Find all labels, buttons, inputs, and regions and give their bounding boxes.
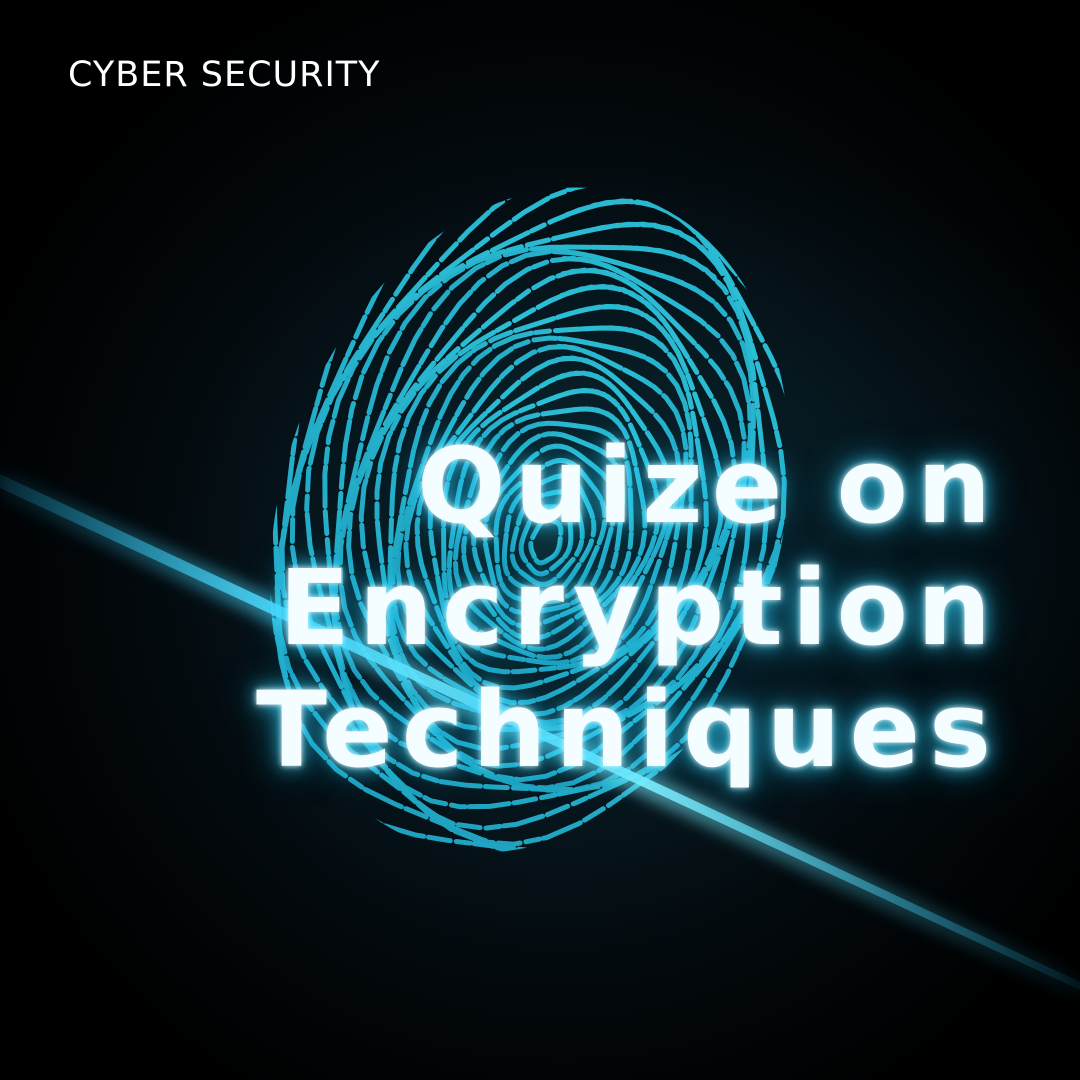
category-label: CYBER SECURITY — [68, 55, 381, 95]
page-title: Quize on Encryption Techniques — [0, 425, 1000, 791]
title-line-1: Quize on — [417, 425, 1000, 547]
cover-canvas: CYBER SECURITY Quize on Encryption Techn… — [0, 0, 1080, 1080]
title-line-2: Encryption — [278, 547, 1000, 669]
title-line-3: Techniques — [256, 669, 1000, 791]
